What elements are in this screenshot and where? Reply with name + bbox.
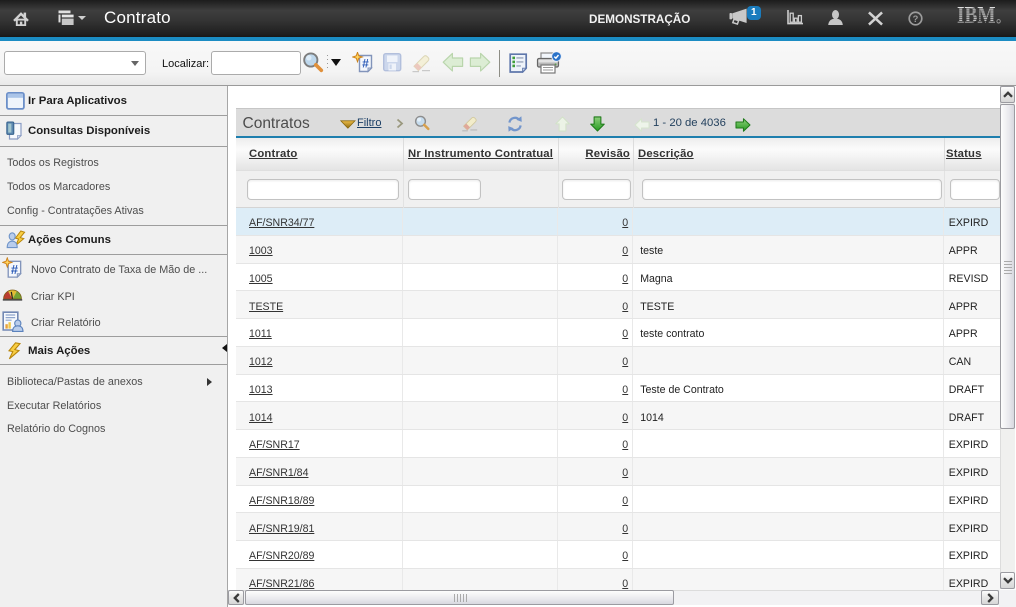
svg-text:#: # — [362, 57, 369, 71]
svg-text:#: # — [11, 262, 18, 277]
svg-text:IBM: IBM — [957, 6, 996, 25]
svg-text:?: ? — [913, 13, 919, 23]
